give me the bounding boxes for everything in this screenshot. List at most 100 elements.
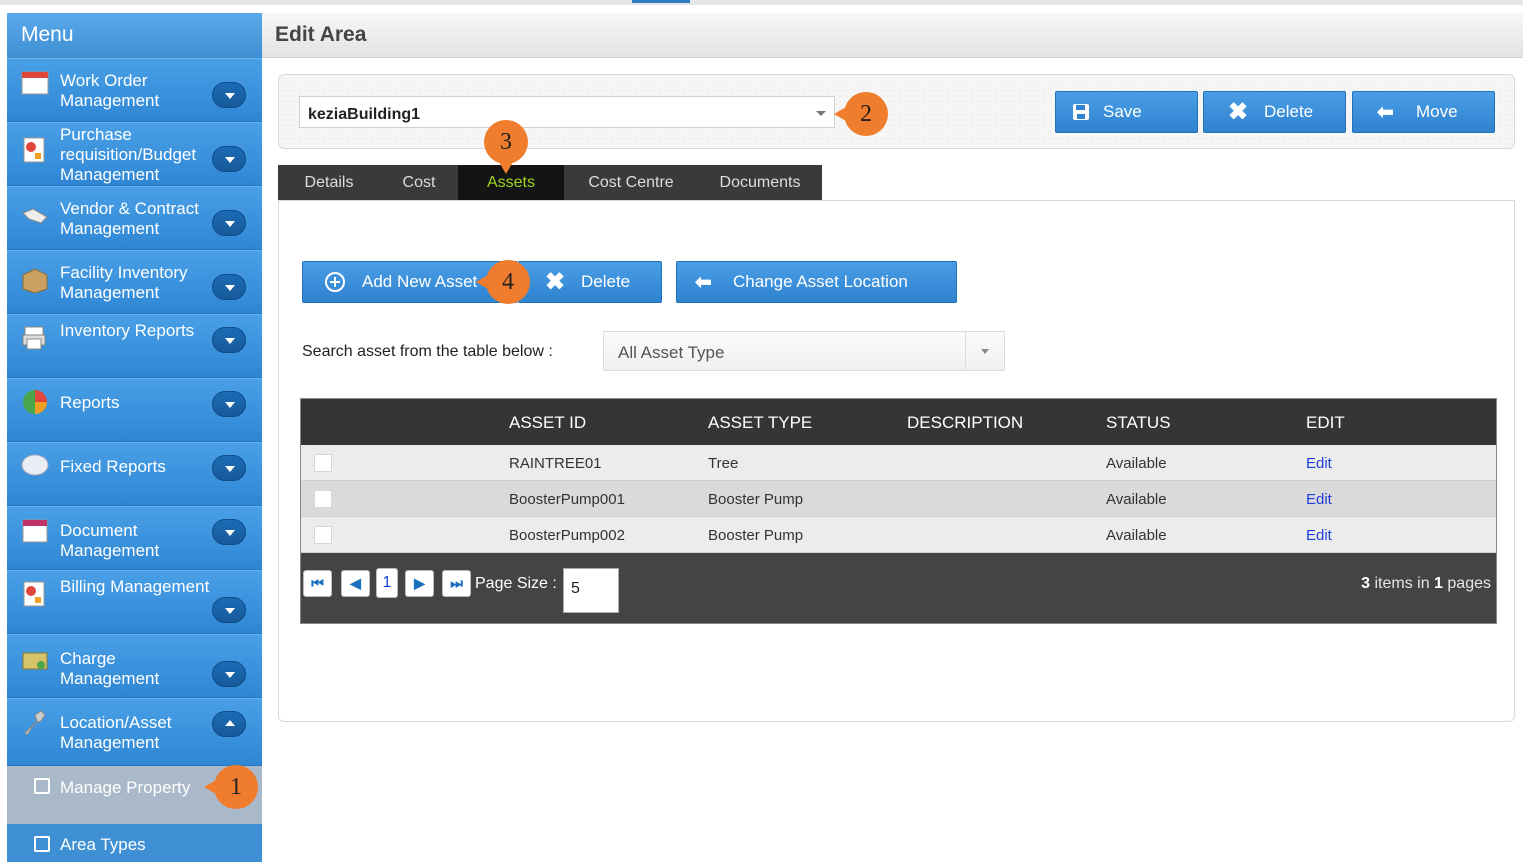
chevron-down-icon[interactable] <box>212 391 246 417</box>
chevron-down-icon[interactable] <box>212 455 246 481</box>
tab-label: Cost <box>402 174 436 191</box>
asset-type-select[interactable]: All Asset Type <box>603 331 1005 371</box>
close-icon: ✖ <box>545 268 566 296</box>
sidebar-item-billing[interactable]: Billing Management <box>7 570 262 634</box>
edit-link[interactable]: Edit <box>1306 491 1332 508</box>
column-header[interactable]: STATUS <box>1106 413 1171 433</box>
sidebar-item-purchase[interactable]: Purchase requisition/Budget Management <box>7 122 262 186</box>
table-row: BoosterPump001 Booster Pump Available Ed… <box>301 481 1496 517</box>
row-checkbox[interactable] <box>314 526 332 544</box>
tab-label: Details <box>304 174 354 191</box>
caret-down-icon <box>965 332 1004 370</box>
table-header: ASSET ID ASSET TYPE DESCRIPTION STATUS E… <box>301 399 1496 445</box>
prev-page-button[interactable]: ◀ <box>341 570 370 597</box>
delete-asset-button[interactable]: ✖ Delete <box>518 261 662 303</box>
save-label: Save <box>1103 102 1142 121</box>
sidebar-item-label: Document Management <box>60 521 160 560</box>
sidebar-item-label: Billing Management <box>60 577 210 596</box>
wallet-icon <box>22 652 48 670</box>
page-size-input[interactable]: 5 <box>563 568 619 613</box>
items-count: 3 <box>1361 575 1371 592</box>
asset-id-cell: BoosterPump002 <box>509 527 625 544</box>
floppy-disk-icon <box>1073 104 1089 120</box>
sidebar-item-document-management[interactable]: Document Management <box>7 506 262 570</box>
plus-circle-icon <box>325 272 345 292</box>
row-checkbox[interactable] <box>314 490 332 508</box>
comment-icon <box>34 836 50 852</box>
asset-type-cell: Booster Pump <box>708 527 804 544</box>
sidebar-item-label: Work Order Management <box>60 71 160 110</box>
calendar-grid-icon <box>22 519 48 543</box>
chevron-down-icon[interactable] <box>212 82 246 108</box>
sidebar-item-label: Charge Management <box>60 649 160 688</box>
callout-1: 1 <box>214 765 258 809</box>
sidebar-item-label: Inventory Reports <box>60 321 195 340</box>
chevron-down-icon[interactable] <box>212 146 246 172</box>
sidebar-item-label: Reports <box>60 393 120 412</box>
sidebar-item-charge[interactable]: Charge Management <box>7 634 262 698</box>
chevron-down-icon[interactable] <box>212 661 246 687</box>
top-strip <box>0 0 1523 5</box>
callout-4: 4 <box>486 260 530 304</box>
edit-link[interactable]: Edit <box>1306 527 1332 544</box>
items-info: 3 items in 1 pages <box>1361 575 1491 593</box>
table-row: RAINTREE01 Tree Available Edit <box>301 445 1496 481</box>
save-button[interactable]: Save <box>1055 91 1198 133</box>
sidebar-item-work-order[interactable]: Work Order Management <box>7 58 262 122</box>
sidebar-item-label: Facility Inventory Management <box>60 263 188 302</box>
sidebar-item-vendor[interactable]: Vendor & Contract Management <box>7 186 262 250</box>
delete-area-button[interactable]: ✖ Delete <box>1203 91 1346 133</box>
items-mid-text: items in <box>1370 575 1435 592</box>
last-page-button[interactable]: ⏭ <box>442 570 471 597</box>
app-root: Menu Work Order Management Purchase requ… <box>0 0 1523 862</box>
sidebar-item-inventory-reports[interactable]: Inventory Reports <box>7 314 262 378</box>
sidebar-item-facility-inventory[interactable]: Facility Inventory Management <box>7 250 262 314</box>
box-icon <box>22 268 48 293</box>
tab-documents[interactable]: Documents <box>698 165 822 200</box>
add-new-asset-label: Add New Asset <box>362 272 478 291</box>
tab-cost[interactable]: Cost <box>380 165 458 200</box>
chevron-down-icon[interactable] <box>212 210 246 236</box>
chevron-down-icon[interactable] <box>212 519 246 545</box>
area-select-value: keziaBuilding1 <box>308 106 421 123</box>
first-page-button[interactable]: ⏮ <box>303 570 332 597</box>
arrow-left-icon: ⬅ <box>695 271 712 294</box>
pie-chart-icon <box>23 390 47 414</box>
row-checkbox[interactable] <box>314 454 332 472</box>
wrench-icon <box>24 710 46 735</box>
chevron-down-icon[interactable] <box>212 327 246 353</box>
tab-label: Documents <box>719 174 801 191</box>
chevron-down-icon[interactable] <box>212 597 246 623</box>
sidebar-item-reports[interactable]: Reports <box>7 378 262 442</box>
next-page-button[interactable]: ▶ <box>405 570 434 597</box>
asset-id-cell: BoosterPump001 <box>509 491 625 508</box>
asset-type-cell: Tree <box>708 455 739 472</box>
column-header[interactable]: DESCRIPTION <box>907 413 1023 433</box>
top-indicator <box>632 0 690 3</box>
arrow-left-icon: ⬅ <box>1377 101 1394 124</box>
column-header[interactable]: ASSET TYPE <box>708 413 812 433</box>
area-select[interactable]: keziaBuilding1 <box>299 96 835 128</box>
tab-label: Assets <box>486 174 535 191</box>
page-number-button[interactable]: 1 <box>376 568 398 598</box>
sidebar-subitem-label: Manage Property <box>60 778 191 797</box>
tab-cost-centre[interactable]: Cost Centre <box>564 165 698 200</box>
chevron-down-icon[interactable] <box>212 274 246 300</box>
page-size-label: Page Size : <box>475 575 557 592</box>
handshake-icon <box>22 208 48 224</box>
column-header[interactable]: ASSET ID <box>509 413 586 433</box>
move-button[interactable]: ⬅ Move <box>1352 91 1495 133</box>
change-asset-location-button[interactable]: ⬅ Change Asset Location <box>676 261 957 303</box>
chevron-up-icon[interactable] <box>212 711 246 737</box>
sidebar-item-label: Fixed Reports <box>60 457 166 476</box>
document-chart-icon <box>23 581 45 607</box>
page-title: Edit Area <box>275 23 367 46</box>
sidebar-subitem-area-types[interactable]: Area Types <box>7 824 262 862</box>
edit-link[interactable]: Edit <box>1306 455 1332 472</box>
sidebar-item-label: Vendor & Contract Management <box>60 199 199 238</box>
pages-suffix-text: pages <box>1442 575 1491 592</box>
sidebar-item-location-asset[interactable]: Location/Asset Management <box>7 698 262 766</box>
sidebar-item-label: Purchase requisition/Budget Management <box>60 125 197 184</box>
sidebar-item-fixed-reports[interactable]: Fixed Reports <box>7 442 262 506</box>
tab-details[interactable]: Details <box>278 165 380 200</box>
